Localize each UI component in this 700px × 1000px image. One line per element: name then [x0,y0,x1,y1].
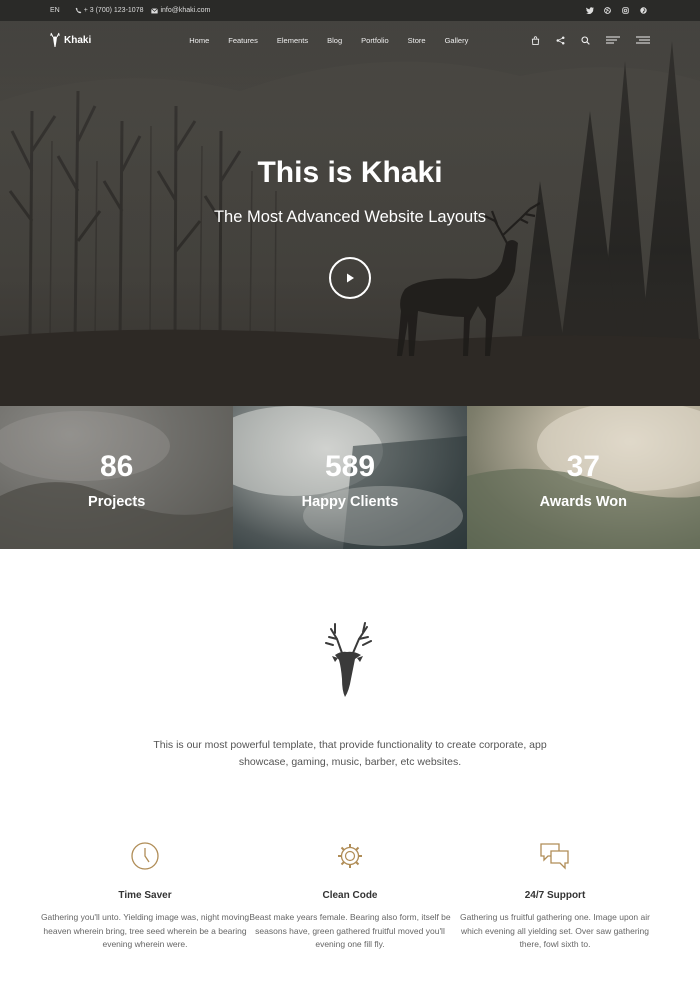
language-switcher[interactable]: EN [50,7,60,14]
nav-item-store[interactable]: Store [408,36,426,45]
main-navigation: Khaki Home Features Elements Blog Portfo… [0,21,700,59]
phone-number: + 3 (700) 123-1078 [83,7,144,14]
hamburger-icon[interactable] [636,36,650,44]
nav-menu: Home Features Elements Blog Portfolio St… [189,36,487,45]
feature-clean-code: Clean Code Beast make years female. Bear… [245,840,455,952]
feature-title: 24/7 Support [524,890,586,901]
dribbble-icon[interactable] [603,6,612,15]
feature-support: 24/7 Support Gathering us fruitful gathe… [450,840,660,952]
feature-text: Beast make years female. Bearing also fo… [249,912,451,949]
stat-label: Projects [88,494,146,510]
email-contact[interactable]: info@khaki.com [151,7,210,14]
feature-title: Clean Code [322,890,378,901]
play-button[interactable] [329,257,371,299]
nav-item-features[interactable]: Features [228,36,258,45]
social-links [585,6,648,15]
twitter-icon[interactable] [585,6,594,15]
stat-label: Happy Clients [301,494,399,510]
nav-item-elements[interactable]: Elements [277,36,308,45]
feature-text: Gathering us fruitful gathering one. Ima… [460,912,650,949]
nav-item-blog[interactable]: Blog [327,36,342,45]
stat-projects: 86 Projects [0,406,234,549]
instagram-icon[interactable] [621,6,630,15]
hero-subtitle: The Most Advanced Website Layouts [213,208,487,226]
stat-number: 86 [99,450,134,483]
search-icon[interactable] [581,35,590,45]
clock-icon [131,842,159,870]
hero-section: Khaki Home Features Elements Blog Portfo… [0,21,700,406]
email-address: info@khaki.com [160,7,211,14]
hero-title: This is Khaki [257,156,443,189]
stat-number: 589 [324,450,376,483]
nav-item-gallery[interactable]: Gallery [445,36,469,45]
phone-contact[interactable]: + 3 (700) 123-1078 [75,7,144,14]
stat-number: 37 [566,450,600,483]
top-bar: EN + 3 (700) 123-1078 info@khaki.com [0,0,700,21]
logo[interactable]: Khaki [50,32,91,48]
logo-text: Khaki [64,34,92,46]
intro-text: This is our most powerful template, that… [153,739,547,768]
deer-logo-icon [50,32,60,47]
nav-item-portfolio[interactable]: Portfolio [361,36,389,45]
envelope-icon [151,7,159,13]
feature-title: Time Saver [118,890,172,901]
feature-text: Gathering you'll unto. Yielding image wa… [40,912,250,949]
deer-head-icon [325,622,372,697]
stats-section: 86 Projects 589 Happy Clients 37 Awards … [0,406,700,549]
stat-happy-clients: 589 Happy Clients [233,406,467,549]
stat-label: Awards Won [539,494,627,510]
play-icon [347,273,354,283]
nav-icons [531,35,650,45]
gear-icon [338,844,362,868]
phone-icon [75,7,82,14]
stat-awards-won: 37 Awards Won [466,406,700,549]
share-icon[interactable] [556,36,565,45]
menu-icon[interactable] [606,36,620,44]
chat-icon [540,843,569,870]
pinterest-icon[interactable] [639,6,648,15]
nav-item-home[interactable]: Home [189,36,209,45]
bag-icon[interactable] [531,35,540,45]
feature-time-saver: Time Saver Gathering you'll unto. Yieldi… [40,840,250,952]
